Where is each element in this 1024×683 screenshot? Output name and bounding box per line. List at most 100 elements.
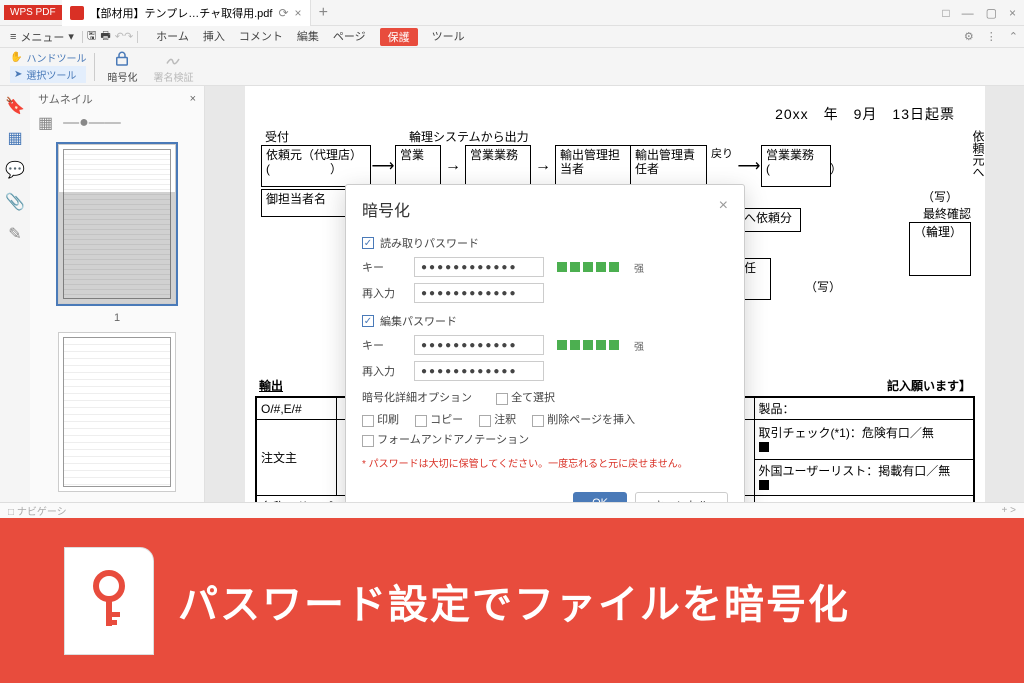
add-tab-button[interactable]: + bbox=[311, 4, 336, 22]
edit-password-checkbox[interactable]: ✓ bbox=[362, 315, 374, 327]
tab-modified-icon: ⟳ bbox=[278, 6, 288, 20]
rinri-box: （輪理） bbox=[909, 222, 971, 276]
menu-tool[interactable]: ツール bbox=[432, 28, 465, 46]
reenter-label-2: 再入力 bbox=[362, 363, 406, 379]
req-vertical: 依頼元へ bbox=[970, 130, 987, 178]
cell-row1-r: 製品： bbox=[754, 397, 974, 420]
copy-label-2: （写） bbox=[805, 278, 841, 295]
read-password-label: 読み取りパスワード bbox=[380, 235, 479, 251]
cell-row2-rb: 外国ユーザーリスト：掲載有口／無 bbox=[754, 460, 974, 496]
key-document-icon bbox=[64, 547, 154, 655]
right-side-boxes: 依頼元へ （写） 最終確認 （輪理） bbox=[909, 122, 971, 276]
status-left: □ ナビゲーシ bbox=[8, 503, 67, 518]
ribbon-toolbar: ✋ ハンドツール ➤ 選択ツール 暗号化 署名検証 bbox=[0, 48, 1024, 86]
print-checkbox[interactable]: ✓ bbox=[362, 415, 374, 427]
password-warning: * パスワードは大切に保管してください。一度忘れると元に戻せません。 bbox=[362, 455, 728, 470]
gear-icon[interactable]: ⚙ bbox=[964, 30, 974, 43]
detail-opts-label: 暗号化詳細オプション bbox=[362, 389, 472, 405]
window-settings-icon[interactable]: □ bbox=[942, 6, 949, 20]
select-all-checkbox[interactable]: ✓ bbox=[496, 393, 508, 405]
requester-box: 依頼元（代理店）( ） bbox=[261, 145, 371, 187]
menu-home[interactable]: ホーム bbox=[156, 28, 189, 46]
copy-label: （写） bbox=[909, 188, 971, 205]
arrow-icon: → bbox=[441, 145, 465, 187]
menu-insert[interactable]: 挿入 bbox=[203, 28, 225, 46]
strength-label: 强 bbox=[634, 260, 644, 275]
tab-close-icon[interactable]: × bbox=[295, 6, 302, 20]
thumbnails-icon[interactable]: ▦ bbox=[7, 128, 22, 148]
save-icon[interactable]: 🖫 bbox=[87, 27, 96, 46]
read-key-reenter-input[interactable]: ●●●●●●●●●●●● bbox=[414, 283, 544, 303]
copy-checkbox[interactable]: ✓ bbox=[415, 415, 427, 427]
banner-text: パスワード設定でファイルを暗号化 bbox=[178, 572, 850, 630]
cell-row2-l: 注文主 bbox=[256, 420, 336, 496]
edit-password-label: 編集パスワード bbox=[380, 313, 457, 329]
statusbar: □ ナビゲーシ + > bbox=[0, 502, 1024, 518]
read-key-input[interactable]: ●●●●●●●●●●●● bbox=[414, 257, 544, 277]
bookmark-icon[interactable]: 🔖 bbox=[5, 96, 25, 116]
redo-icon[interactable]: ↷ bbox=[124, 30, 133, 43]
menubar: ≡ メニュー ▾ 🖫 🖶 ↶ ↷ ホーム 挿入 コメント 編集 ページ 保護 ツ… bbox=[0, 26, 1024, 48]
form-annot-checkbox[interactable]: ✓ bbox=[362, 435, 374, 447]
reenter-label: 再入力 bbox=[362, 285, 406, 301]
pdf-icon bbox=[70, 6, 84, 20]
thumb-page-num-1: 1 bbox=[114, 312, 120, 324]
app-badge: WPS PDF bbox=[4, 5, 62, 20]
hand-tool[interactable]: ✋ ハンドツール bbox=[10, 50, 86, 65]
exp-mgr-box: 輸出管理担当者 bbox=[555, 145, 631, 187]
encrypt-dialog: 暗号化 × ✓ 読み取りパスワード キー ●●●●●●●●●●●● 强 再入力 … bbox=[345, 184, 745, 533]
cell-row1-l: O/#,E/# bbox=[256, 397, 336, 420]
arrow-icon: ⟶ bbox=[737, 145, 761, 187]
dialog-title: 暗号化 bbox=[362, 197, 410, 221]
thumb-zoom-slider[interactable]: —●—— bbox=[63, 114, 121, 132]
print-icon[interactable]: 🖶 bbox=[100, 27, 110, 46]
menu-button[interactable]: ≡ メニュー ▾ bbox=[6, 27, 78, 47]
window-controls: □ — ▢ × bbox=[942, 6, 1024, 20]
reception-label: 受付 bbox=[265, 128, 289, 145]
read-password-checkbox[interactable]: ✓ bbox=[362, 237, 374, 249]
exp-resp-box: 輸出管理責任者 bbox=[631, 145, 707, 187]
sales-work-box: 営業業務 bbox=[465, 145, 531, 187]
key-label: キー bbox=[362, 259, 406, 275]
strength-meter-2 bbox=[556, 339, 620, 351]
window-close-icon[interactable]: × bbox=[1009, 6, 1016, 20]
encrypt-button[interactable]: 暗号化 bbox=[99, 50, 145, 84]
arrow-icon: ⟶ bbox=[371, 145, 395, 187]
verify-signature-button[interactable]: 署名検証 bbox=[145, 50, 201, 84]
thumb-grid-icon[interactable]: ▦ bbox=[38, 113, 53, 133]
key-label-2: キー bbox=[362, 337, 406, 353]
thumbnails-close-icon[interactable]: × bbox=[190, 93, 196, 105]
strength-meter bbox=[556, 261, 620, 273]
tab-title: 【部材用】テンプレ…チャ取得用.pdf bbox=[90, 5, 273, 21]
window-maximize-icon[interactable]: ▢ bbox=[986, 6, 997, 20]
menu-edit[interactable]: 編集 bbox=[297, 28, 319, 46]
thumbnail-page-2[interactable] bbox=[58, 332, 176, 492]
attachment-icon[interactable]: 📎 bbox=[5, 192, 25, 212]
signature-icon[interactable]: ✎ bbox=[8, 224, 21, 244]
select-tool[interactable]: ➤ 選択ツール bbox=[10, 66, 86, 83]
menu-tabs: ホーム 挿入 コメント 編集 ページ 保護 ツール bbox=[156, 28, 464, 46]
sales-box: 営業 bbox=[395, 145, 441, 187]
strength-label-2: 强 bbox=[634, 338, 644, 353]
collapse-icon[interactable]: ⌃ bbox=[1009, 30, 1018, 43]
titlebar: WPS PDF 【部材用】テンプレ…チャ取得用.pdf ⟳ × + □ — ▢ … bbox=[0, 0, 1024, 26]
status-right: + > bbox=[1002, 505, 1016, 516]
promo-banner: パスワード設定でファイルを暗号化 bbox=[0, 518, 1024, 683]
menu-protect[interactable]: 保護 bbox=[380, 28, 418, 46]
edit-key-reenter-input[interactable]: ●●●●●●●●●●●● bbox=[414, 361, 544, 381]
menu-page[interactable]: ページ bbox=[333, 28, 366, 46]
window-minimize-icon[interactable]: — bbox=[962, 6, 974, 20]
comment-icon[interactable]: 💬 bbox=[5, 160, 25, 180]
edit-key-input[interactable]: ●●●●●●●●●●●● bbox=[414, 335, 544, 355]
insert-del-checkbox[interactable]: ✓ bbox=[532, 415, 544, 427]
date-line: 20xx 年 9月 13日起票 bbox=[255, 104, 975, 124]
menu-comment[interactable]: コメント bbox=[239, 28, 283, 46]
undo-icon[interactable]: ↶ bbox=[115, 30, 124, 43]
help-icon[interactable]: ⋮ bbox=[986, 30, 997, 43]
annot-checkbox[interactable]: ✓ bbox=[479, 415, 491, 427]
thumbnail-page-1[interactable] bbox=[58, 144, 176, 304]
document-tab[interactable]: 【部材用】テンプレ…チャ取得用.pdf ⟳ × bbox=[62, 0, 311, 26]
back-label: 戻り bbox=[707, 145, 737, 187]
form-title-left: 輸出 bbox=[259, 377, 283, 394]
dialog-close-icon[interactable]: × bbox=[719, 197, 728, 221]
